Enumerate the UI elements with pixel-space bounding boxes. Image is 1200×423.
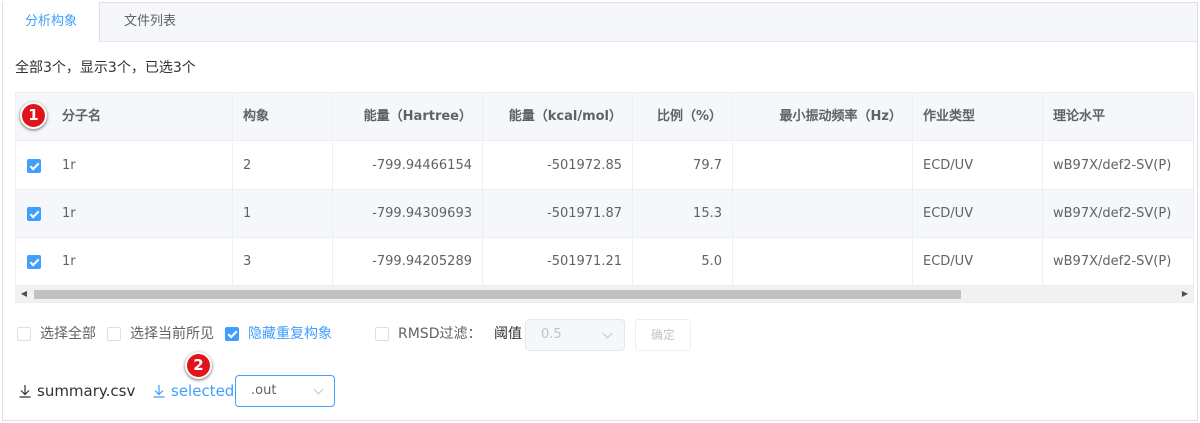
header-ratio[interactable]: 比例（%） [633,93,733,141]
file-format-value: .out [251,383,277,398]
row-checkbox-cell [16,142,52,190]
annotation-badge-1: 1 [20,102,47,129]
tab-analysis[interactable]: 分析构象 [2,2,100,42]
rmsd-filter-label: RMSD过滤： [398,326,482,342]
header-energy-kcal[interactable]: 能量（kcal/mol） [483,93,633,141]
row-checkbox-cell [16,238,52,286]
header-min-frequency[interactable]: 最小振动频率（Hz） [733,93,913,141]
cell-name: 1r [52,190,233,238]
horizontal-scrollbar[interactable]: ◀ ▶ [16,286,1193,302]
cell-job-type: ECD/UV [913,190,1043,238]
checkbox-box[interactable] [225,327,239,341]
cell-conformer: 1 [233,190,333,238]
row-checkbox-cell [16,190,52,238]
cell-energy-hartree: -799.94466154 [333,142,483,190]
row-checkbox[interactable] [27,255,41,269]
header-conformer[interactable]: 构象 [233,93,333,141]
row-checkbox[interactable] [27,159,41,173]
select-visible-checkbox[interactable]: 选择当前所见 [107,324,222,344]
select-all-label: 选择全部 [40,326,96,342]
annotation-badge-2: 2 [185,352,212,379]
download-selected-label: selected [171,382,235,400]
cell-conformer: 2 [233,142,333,190]
download-icon [19,385,31,398]
threshold-value: 0.5 [541,327,562,342]
hide-duplicates-checkbox[interactable]: 隐藏重复构象 [225,324,345,344]
cell-ratio: 15.3 [633,190,733,238]
scrollbar-thumb[interactable] [34,290,961,299]
table-row[interactable]: 1r 2 -799.94466154 -501972.85 79.7 ECD/U… [16,142,1193,190]
cell-job-type: ECD/UV [913,238,1043,286]
checkbox-box[interactable] [375,327,389,341]
threshold-label: 阈值 [494,326,522,342]
cell-ratio: 79.7 [633,142,733,190]
tab-file-list[interactable]: 文件列表 [100,2,200,42]
download-selected-link[interactable]: selected [152,380,237,402]
cell-energy-kcal: -501972.85 [483,142,633,190]
file-format-select[interactable]: .out [235,375,335,407]
rmsd-filter-checkbox[interactable]: RMSD过滤： [375,324,495,344]
download-summary-label: summary.csv [37,382,136,400]
select-all-checkbox[interactable]: 选择全部 [17,324,107,344]
conformer-table: 分子名 构象 能量（Hartree） 能量（kcal/mol） 比例（%） 最小… [15,92,1194,303]
selection-summary: 全部3个，显示3个，已选3个 [15,60,196,76]
header-energy-hartree[interactable]: 能量（Hartree） [333,93,483,141]
download-summary-link[interactable]: summary.csv [18,380,138,402]
cell-job-type: ECD/UV [913,142,1043,190]
chevron-down-icon [313,384,324,395]
cell-energy-kcal: -501971.87 [483,190,633,238]
header-theory-level[interactable]: 理论水平 [1043,93,1193,141]
select-visible-label: 选择当前所见 [130,326,214,342]
row-checkbox[interactable] [27,207,41,221]
scroll-left-arrow-icon[interactable]: ◀ [16,286,32,302]
download-icon [153,385,165,398]
cell-min-frequency [733,238,913,286]
cell-theory-level: wB97X/def2-SV(P) [1053,206,1172,221]
cell-name: 1r [52,238,233,286]
cell-conformer: 3 [233,238,333,286]
checkbox-box[interactable] [17,327,31,341]
chevron-down-icon [602,328,613,339]
confirm-button[interactable]: 确定 [635,319,691,351]
cell-name: 1r [52,142,233,190]
header-name[interactable]: 分子名 [52,93,233,141]
hide-duplicates-label: 隐藏重复构象 [248,326,332,342]
table-row[interactable]: 1r 1 -799.94309693 -501971.87 15.3 ECD/U… [16,190,1193,238]
table-row[interactable]: 1r 3 -799.94205289 -501971.21 5.0 ECD/UV… [16,238,1193,286]
tab-bar: 分析构象 文件列表 [2,2,1197,42]
header-job-type[interactable]: 作业类型 [913,93,1043,141]
cell-min-frequency [733,190,913,238]
cell-ratio: 5.0 [633,238,733,286]
threshold-select[interactable]: 0.5 [525,319,625,351]
cell-theory-level: wB97X/def2-SV(P) [1053,254,1172,269]
cell-energy-kcal: -501971.21 [483,238,633,286]
scroll-right-arrow-icon[interactable]: ▶ [1177,286,1193,302]
cell-energy-hartree: -799.94205289 [333,238,483,286]
cell-energy-hartree: -799.94309693 [333,190,483,238]
checkbox-box[interactable] [107,327,121,341]
cell-theory-level: wB97X/def2-SV(P) [1053,158,1172,173]
cell-min-frequency [733,142,913,190]
table-header-row: 分子名 构象 能量（Hartree） 能量（kcal/mol） 比例（%） 最小… [16,93,1193,141]
